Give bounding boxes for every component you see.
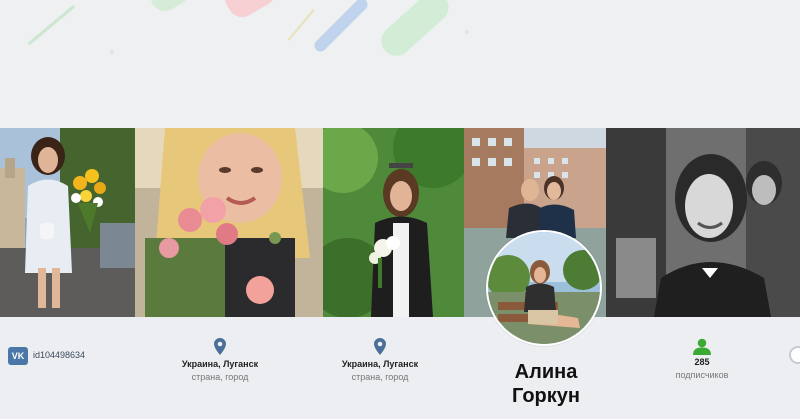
vk-logo-icon[interactable]: VK <box>8 347 28 365</box>
photo-1[interactable] <box>0 128 135 317</box>
location-block-2: Украина, Луганск страна, город <box>320 338 440 382</box>
decor-stripe <box>27 4 76 46</box>
location-city: Украина, Луганск <box>181 359 259 369</box>
vk-profile-id[interactable]: id104498634 <box>33 350 85 360</box>
location-city: Украина, Луганск <box>341 359 419 369</box>
hero-banner <box>0 0 800 128</box>
subscribers-count: 285 <box>694 357 710 367</box>
decor-stripe <box>312 0 370 54</box>
decor-stripe <box>287 9 315 41</box>
photo-gallery <box>0 128 800 317</box>
map-pin-icon <box>374 338 386 355</box>
location-block-1: Украина, Луганск страна, город <box>160 338 280 382</box>
photo-5[interactable] <box>606 128 800 317</box>
profile-name: Алина Горкун <box>494 360 598 408</box>
decor-stripe <box>375 0 455 62</box>
photo-2[interactable] <box>135 128 323 317</box>
map-pin-icon <box>214 338 226 355</box>
location-hint: страна, город <box>351 372 409 382</box>
circle-arrow-icon[interactable] <box>789 346 800 364</box>
decor-stripe <box>110 50 114 54</box>
location-hint: страна, город <box>191 372 249 382</box>
avatar[interactable] <box>486 230 602 346</box>
decor-stripe <box>145 0 195 17</box>
decor-stripe <box>465 30 469 34</box>
decor-stripe <box>219 0 281 23</box>
photo-3[interactable] <box>323 128 464 317</box>
subscribers-block[interactable]: 285 подписчиков <box>652 338 752 380</box>
profile-first-name: Алина <box>514 361 578 383</box>
user-icon <box>693 338 711 355</box>
profile-last-name: Горкун <box>512 385 580 407</box>
subscribers-label: подписчиков <box>675 370 729 380</box>
